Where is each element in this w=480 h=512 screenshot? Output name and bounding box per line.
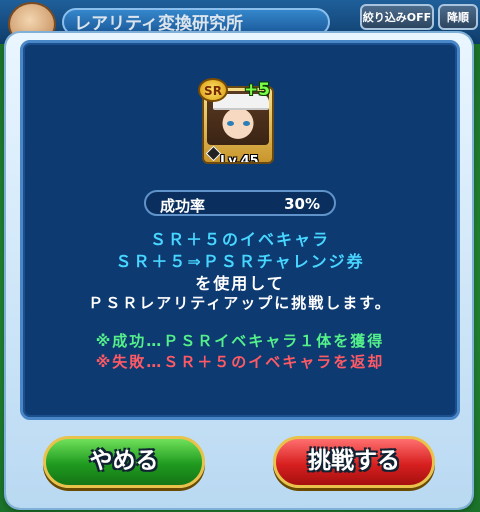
message-line-2: ＳＲ＋５⇒ＰＳＲチャレンジ券	[115, 252, 365, 271]
card-level: Lv.45	[220, 154, 259, 164]
message-line-4: ＰＳＲレアリティアップに挑戦します。	[88, 294, 392, 312]
failure-note: ※失敗…ＳＲ＋５のイベキャラを返却	[95, 353, 385, 371]
eye-icon	[243, 121, 250, 126]
character-card: Lv.45 SR +5	[196, 78, 280, 168]
sort-button[interactable]: 降順	[438, 4, 478, 30]
message-line-1: ＳＲ＋５のイベキャラ	[149, 230, 330, 249]
challenge-button[interactable]: 挑戦する	[273, 436, 435, 488]
eye-icon	[227, 121, 234, 126]
success-rate-value: 30%	[284, 195, 320, 213]
rarity-badge: SR	[198, 78, 228, 102]
success-rate-box: 成功率 30%	[144, 190, 336, 216]
screen-title: レアリティ変換研究所	[62, 8, 330, 36]
cancel-button[interactable]: やめる	[43, 436, 205, 488]
diamond-icon	[205, 145, 222, 162]
message-line-3: を使用して	[195, 274, 285, 293]
filter-button[interactable]: 絞り込みOFF	[360, 4, 434, 30]
success-note: ※成功…ＰＳＲイベキャラ１体を獲得	[95, 332, 385, 350]
success-rate-label: 成功率	[160, 197, 206, 215]
plus-level: +5	[244, 80, 271, 100]
